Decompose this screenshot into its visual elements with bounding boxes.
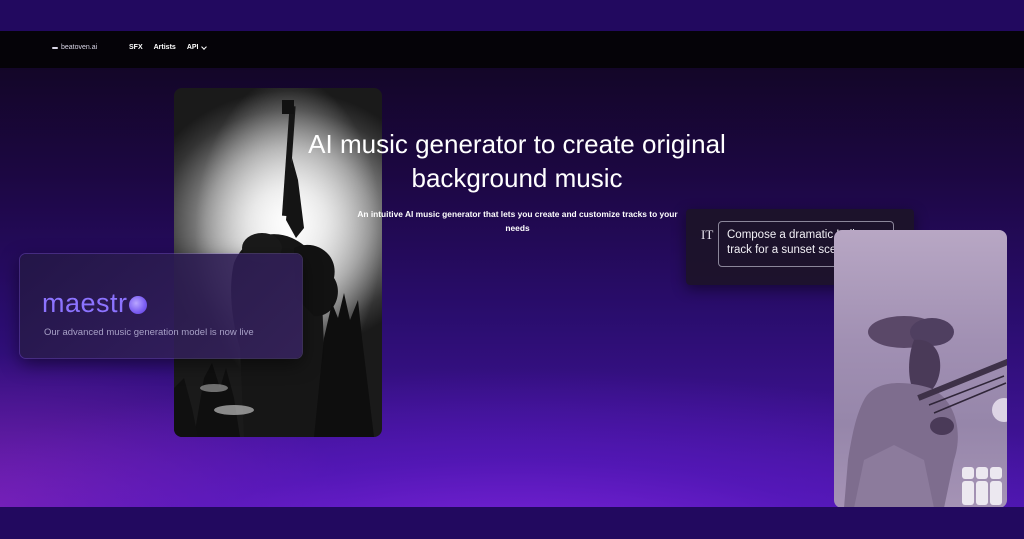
maestro-description: Our advanced music generation model is n…	[44, 327, 254, 338]
hero-subtitle: An intuitive AI music generator that let…	[345, 207, 690, 235]
nav-link-api-label: API	[186, 44, 199, 51]
nav-link-api[interactable]: API	[186, 43, 208, 51]
maestro-card[interactable]: maestr Our advanced music generation mod…	[20, 254, 302, 358]
prompt-line2: track for a sunset scene	[727, 244, 850, 256]
maestro-title-text: maestr	[42, 288, 128, 318]
hero-subtitle-line1: An intuitive AI music generator that let…	[357, 209, 678, 219]
nav-link-sfx[interactable]: SFX	[129, 44, 143, 51]
hero-title-line2: background music	[411, 163, 623, 193]
hero-subtitle-line2: needs	[505, 223, 530, 233]
chevron-down-icon	[201, 43, 208, 50]
logo-mark-icon	[52, 46, 58, 49]
grid-icon	[962, 467, 1002, 505]
page: beatoven.ai SFX Artists API AI music gen…	[0, 0, 1024, 539]
hero-title: AI music generator to create original ba…	[232, 127, 802, 195]
hero-title-line1: AI music generator to create original	[308, 129, 726, 159]
maestro-title: maestr	[42, 288, 147, 319]
screenshot-frame: beatoven.ai SFX Artists API AI music gen…	[0, 31, 1024, 507]
circle-icon	[128, 295, 147, 314]
top-navbar: beatoven.ai SFX Artists API	[0, 31, 1024, 68]
text-tool-icon: IT	[701, 227, 714, 242]
logo-text: beatoven.ai	[61, 44, 98, 51]
nav-link-artists[interactable]: Artists	[154, 44, 176, 51]
brand-logo[interactable]: beatoven.ai	[52, 44, 97, 51]
nav-links: SFX Artists API	[129, 43, 208, 51]
